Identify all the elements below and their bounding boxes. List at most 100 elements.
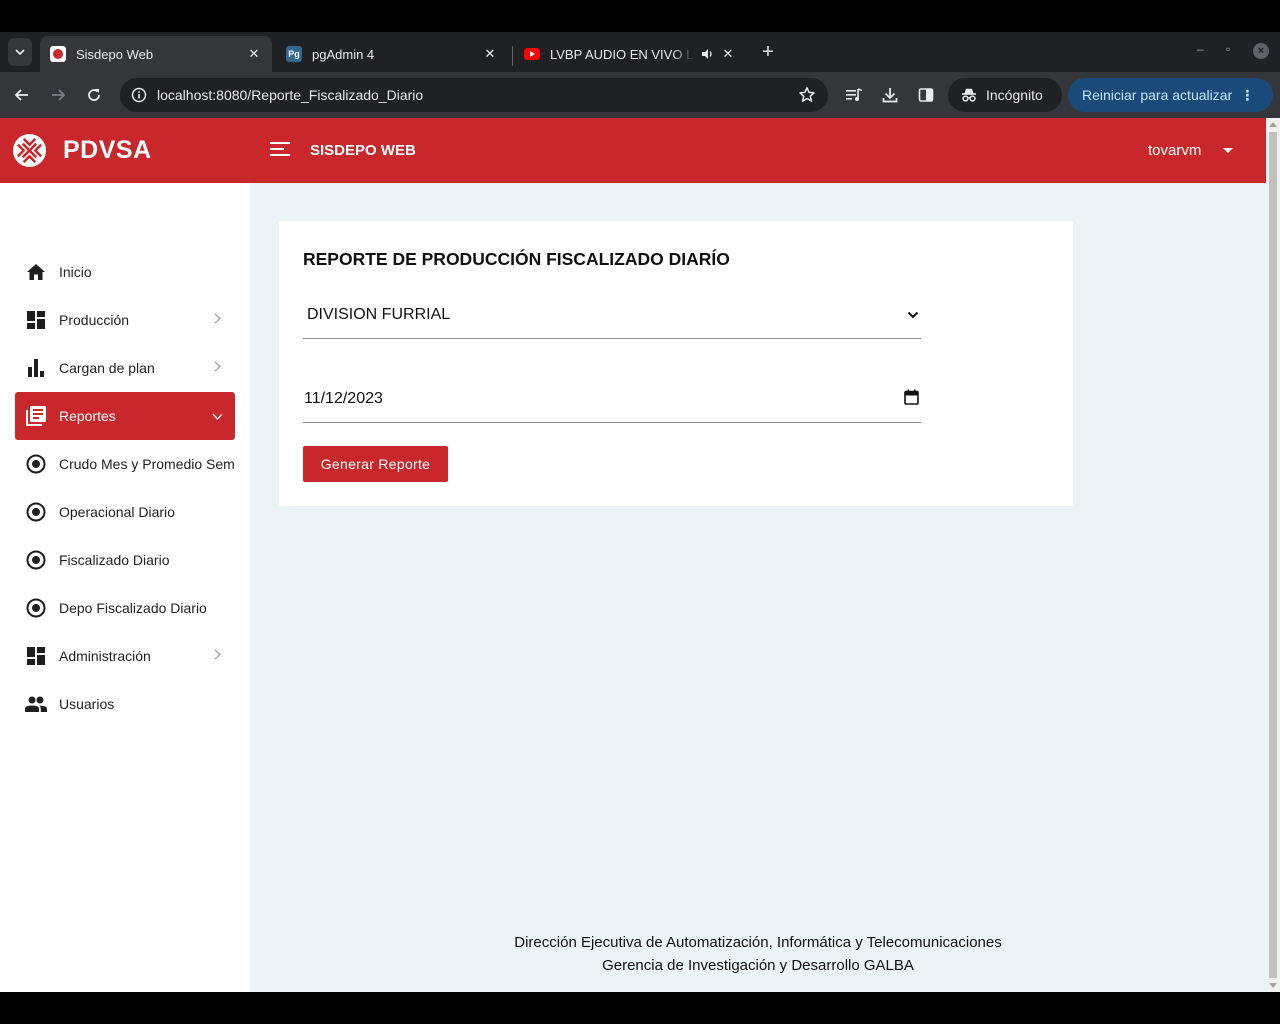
incognito-icon	[962, 88, 976, 102]
tab-youtube[interactable]: LVBP AUDIO EN VIVO Leo ✕	[514, 36, 746, 72]
screen-bottom-border	[0, 992, 1280, 1024]
sidebar-item-label: Operacional Diario	[59, 504, 175, 520]
sidebar-item-label: Depo Fiscalizado Diario	[59, 600, 207, 616]
sidebar-subitem-fiscalizado-diario[interactable]: Fiscalizado Diario	[15, 536, 235, 584]
browser-tab-strip: Sisdepo Web ✕ Pg pgAdmin 4 ✕ LVBP AUDIO …	[0, 32, 1280, 72]
arrow-right-icon	[52, 89, 66, 101]
reload-button[interactable]	[83, 84, 105, 106]
home-icon	[25, 261, 47, 283]
sidebar-item-label: Usuarios	[59, 696, 115, 712]
reload-icon	[88, 89, 100, 101]
caret-down-icon[interactable]	[1223, 148, 1233, 153]
sidebar-subitem-depo-fiscalizado-diario[interactable]: Depo Fiscalizado Diario	[15, 584, 235, 632]
dashboard-icon	[25, 309, 47, 331]
sidebar-item-label: Crudo Mes y Promedio Sem	[59, 456, 235, 472]
radio-icon	[25, 597, 47, 619]
incognito-label: Incógnito	[986, 87, 1043, 103]
bar-chart-icon	[25, 357, 47, 379]
download-icon[interactable]	[879, 84, 901, 106]
app-header: SISDEPO WEB tovarvm	[250, 118, 1266, 183]
minimize-icon[interactable]: –	[1197, 42, 1204, 56]
youtube-favicon	[524, 46, 540, 62]
sidebar-item-label: Inicio	[59, 264, 92, 280]
pdvsa-logo-icon	[12, 133, 47, 168]
tab-divider	[512, 46, 513, 66]
sidebar-subitem-operacional-diario[interactable]: Operacional Diario	[15, 488, 235, 536]
media-control-icon[interactable]	[843, 84, 865, 106]
pdvsa-favicon	[50, 46, 66, 62]
bookmark-star-icon[interactable]	[798, 86, 816, 109]
back-button[interactable]	[11, 84, 33, 106]
page-scrollbar[interactable]	[1266, 118, 1280, 992]
web-page: PDVSA SISDEPO WEB tovarvm Inicio Producc…	[0, 118, 1266, 992]
sidebar-item-inicio[interactable]: Inicio	[15, 248, 235, 296]
date-input-value: 11/12/2023	[304, 390, 383, 407]
browser-toolbar: localhost:8080/Reporte_Fiscalizado_Diari…	[0, 72, 1280, 118]
people-icon	[25, 693, 47, 715]
report-card: REPORTE DE PRODUCCIÓN FISCALIZADO DIARÍO…	[279, 221, 1073, 506]
chevron-down-icon[interactable]	[907, 306, 919, 324]
speaker-icon[interactable]	[700, 47, 714, 61]
sidebar-item-label: Administración	[59, 648, 151, 664]
footer-line-1: Dirección Ejecutiva de Automatización, I…	[514, 934, 1002, 951]
chevron-right-icon	[211, 649, 223, 663]
reports-icon	[25, 405, 47, 427]
radio-icon	[25, 453, 47, 475]
maximize-icon[interactable]: ▫	[1226, 42, 1230, 56]
sidebar-item-label: Producción	[59, 312, 130, 328]
incognito-indicator[interactable]: Incógnito	[948, 78, 1062, 112]
update-label: Reiniciar para actualizar	[1082, 87, 1233, 103]
close-icon[interactable]: ✕	[720, 46, 736, 62]
tab-sisdepo-web[interactable]: Sisdepo Web ✕	[40, 36, 272, 72]
chevron-down-icon	[15, 49, 25, 55]
pgadmin-favicon: Pg	[286, 46, 302, 62]
chevron-right-icon	[211, 361, 223, 375]
forward-button[interactable]	[47, 84, 69, 106]
radio-icon	[25, 501, 47, 523]
tab-title: LVBP AUDIO EN VIVO Leo	[550, 46, 694, 62]
window-close-icon[interactable]: ×	[1253, 43, 1269, 59]
tab-pgadmin[interactable]: Pg pgAdmin 4 ✕	[276, 36, 508, 72]
sidebar-item-administracion[interactable]: Administración	[15, 632, 235, 680]
sidebar-item-produccion[interactable]: Producción	[15, 296, 235, 344]
more-vert-icon[interactable]: ⋮	[1240, 87, 1254, 104]
restart-to-update-button[interactable]: Reiniciar para actualizar ⋮	[1068, 78, 1273, 112]
brand-logo-area[interactable]: PDVSA	[0, 118, 250, 183]
page-title: REPORTE DE PRODUCCIÓN FISCALIZADO DIARÍO	[303, 249, 730, 269]
brand-name: PDVSA	[63, 136, 152, 164]
close-icon[interactable]: ✕	[246, 46, 262, 62]
chevron-right-icon	[211, 313, 223, 327]
division-select[interactable]: DIVISION FURRIAL	[303, 291, 921, 339]
calendar-icon[interactable]	[904, 389, 919, 410]
url-text: localhost:8080/Reporte_Fiscalizado_Diari…	[157, 87, 424, 103]
address-bar[interactable]: localhost:8080/Reporte_Fiscalizado_Diari…	[120, 78, 828, 112]
sidebar-item-label: Reportes	[59, 408, 116, 424]
sidebar: Inicio Producción Cargan de plan Reporte…	[0, 183, 250, 992]
side-panel-icon[interactable]	[915, 84, 937, 106]
sidebar-item-reportes[interactable]: Reportes	[15, 392, 235, 440]
close-icon[interactable]: ✕	[482, 46, 498, 62]
sidebar-item-label: Cargan de plan	[59, 360, 155, 376]
new-tab-button[interactable]: +	[758, 42, 778, 62]
scrollbar-thumb[interactable]	[1269, 132, 1277, 978]
menu-toggle-icon[interactable]	[270, 141, 290, 157]
sidebar-item-label: Fiscalizado Diario	[59, 552, 170, 568]
scroll-up-arrow[interactable]	[1269, 122, 1277, 127]
app-title: SISDEPO WEB	[310, 142, 416, 159]
generate-report-button[interactable]: Generar Reporte	[303, 446, 448, 482]
sidebar-item-cargan-de-plan[interactable]: Cargan de plan	[15, 344, 235, 392]
screen-top-border	[0, 0, 1280, 32]
scroll-down-arrow[interactable]	[1269, 983, 1277, 988]
tab-title: pgAdmin 4	[312, 46, 375, 62]
tab-search-button[interactable]	[8, 38, 32, 66]
sidebar-subitem-crudo-mes[interactable]: Crudo Mes y Promedio Sem	[15, 440, 235, 488]
radio-icon	[25, 549, 47, 571]
date-input[interactable]: 11/12/2023	[303, 376, 921, 423]
sidebar-item-usuarios[interactable]: Usuarios	[15, 680, 235, 728]
dashboard-icon	[25, 645, 47, 667]
footer-line-2: Gerencia de Investigación y Desarrollo G…	[602, 957, 914, 974]
footer: Dirección Ejecutiva de Automatización, I…	[250, 931, 1266, 977]
user-menu-button[interactable]: tovarvm	[1148, 142, 1201, 159]
division-select-value: DIVISION FURRIAL	[307, 305, 451, 323]
site-info-icon[interactable]	[130, 86, 148, 104]
